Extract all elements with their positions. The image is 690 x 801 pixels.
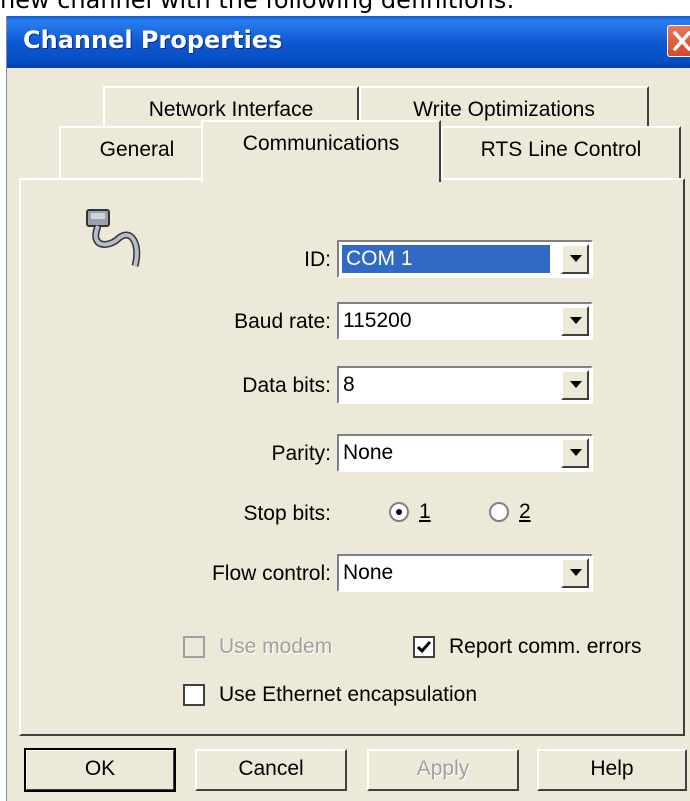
data-bits-label: Data bits: — [242, 374, 331, 397]
parity-label: Parity: — [271, 442, 331, 465]
use-modem-checkbox — [183, 636, 205, 658]
baud-rate-value: 115200 — [343, 309, 412, 332]
id-label: ID: — [304, 248, 331, 271]
tab-label: RTS Line Control — [480, 138, 642, 161]
tab-label: Network Interface — [148, 98, 314, 121]
stop-bits-2-label[interactable]: 2 — [519, 500, 531, 524]
use-ethernet-encapsulation-checkbox[interactable] — [183, 684, 205, 706]
close-icon — [673, 31, 690, 51]
stop-bits-1-radio[interactable] — [389, 502, 409, 522]
cancel-button[interactable]: Cancel — [195, 749, 347, 791]
id-value: COM 1 — [342, 245, 550, 273]
tab-label: Write Optimizations — [413, 98, 595, 121]
checkmark-icon — [416, 641, 432, 654]
flow-control-select[interactable]: None — [337, 554, 593, 592]
chevron-down-icon — [570, 381, 582, 388]
tab-rts-line-control[interactable]: RTS Line Control — [441, 126, 681, 178]
stop-bits-1-label[interactable]: 1 — [419, 500, 431, 524]
id-dropdown-button[interactable] — [561, 244, 589, 274]
use-modem-label: Use modem — [219, 635, 333, 658]
stop-bits-2-radio[interactable] — [489, 502, 509, 522]
tab-label: Communications — [242, 132, 400, 155]
baud-rate-label: Baud rate: — [234, 310, 331, 333]
stop-bits-label: Stop bits: — [243, 502, 331, 525]
data-bits-dropdown-button[interactable] — [561, 370, 589, 400]
flow-control-dropdown-button[interactable] — [561, 558, 589, 588]
close-button[interactable] — [667, 25, 690, 57]
channel-properties-dialog: Channel Properties Network Interface Wri… — [6, 16, 690, 801]
report-comm-errors-label[interactable]: Report comm. errors — [449, 635, 642, 659]
chevron-down-icon — [570, 255, 582, 262]
chevron-down-icon — [570, 317, 582, 324]
communications-panel: ID: COM 1 Baud rate: 115200 Data bits: 8… — [19, 178, 685, 736]
chevron-down-icon — [570, 569, 582, 576]
help-button[interactable]: Help — [537, 749, 687, 791]
id-select[interactable]: COM 1 — [337, 240, 593, 278]
baud-rate-dropdown-button[interactable] — [561, 306, 589, 336]
background-document-text: new channel with the following definitio… — [0, 0, 515, 14]
parity-select[interactable]: None — [337, 434, 593, 472]
tab-general[interactable]: General — [59, 126, 215, 178]
ok-button[interactable]: OK — [24, 748, 176, 792]
serial-cable-icon — [86, 209, 141, 267]
report-comm-errors-checkbox[interactable] — [413, 636, 435, 658]
flow-control-value: None — [343, 561, 394, 584]
title-bar[interactable]: Channel Properties — [7, 16, 690, 68]
parity-dropdown-button[interactable] — [561, 438, 589, 468]
flow-control-label: Flow control: — [211, 562, 331, 585]
parity-value: None — [343, 441, 394, 464]
data-bits-select[interactable]: 8 — [337, 366, 593, 404]
chevron-down-icon — [570, 449, 582, 456]
tab-label: General — [99, 138, 175, 161]
use-ethernet-encapsulation-label[interactable]: Use Ethernet encapsulation — [219, 683, 477, 707]
data-bits-value: 8 — [343, 373, 355, 396]
tab-communications[interactable]: Communications — [201, 120, 441, 182]
apply-button[interactable]: Apply — [367, 749, 519, 791]
baud-rate-select[interactable]: 115200 — [337, 302, 593, 340]
tab-strip: Network Interface Write Optimizations Ge… — [7, 68, 690, 182]
radio-selected-dot — [396, 509, 402, 515]
dialog-title: Channel Properties — [23, 26, 283, 54]
